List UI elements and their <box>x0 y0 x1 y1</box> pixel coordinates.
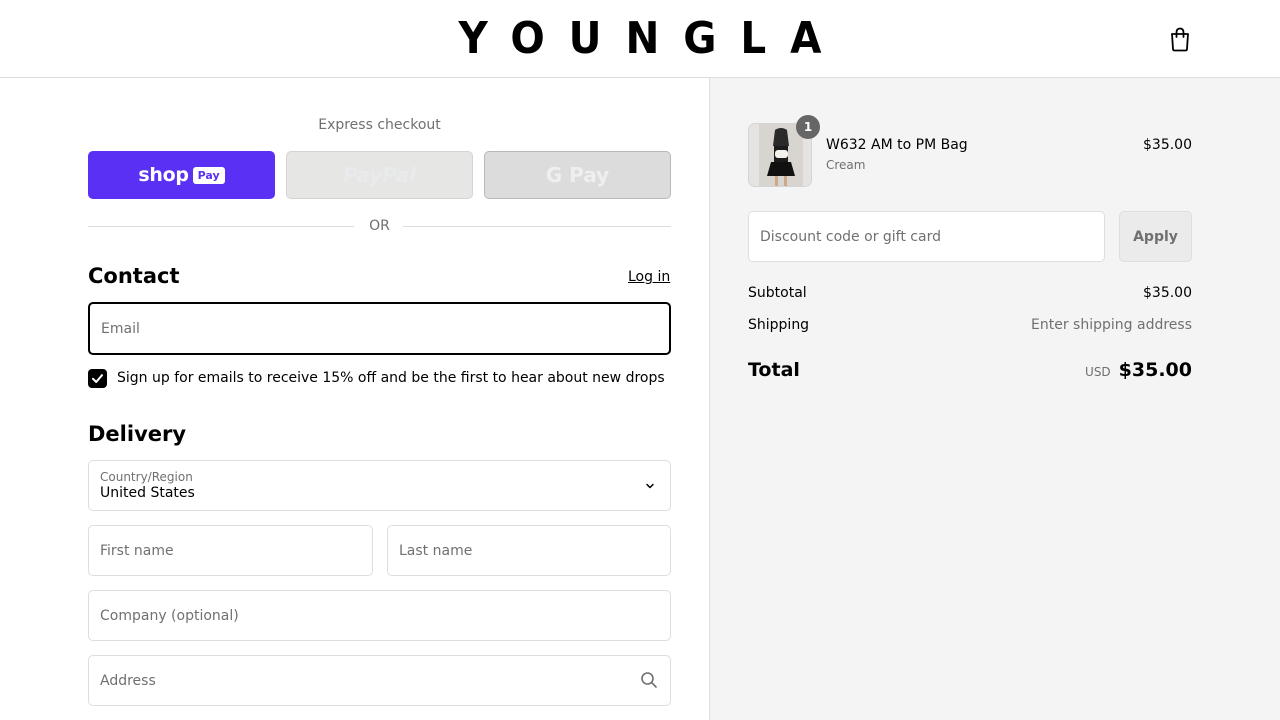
discount-input[interactable] <box>749 212 1104 261</box>
shipping-label: Shipping <box>748 317 810 333</box>
country-label: Country/Region <box>100 470 193 484</box>
company-field[interactable] <box>88 590 671 641</box>
product-name: W632 AM to PM Bag <box>826 137 968 153</box>
shop-pay-button[interactable]: shop Pay <box>88 151 275 199</box>
first-name-field[interactable] <box>88 525 373 576</box>
shop-pay-chip: Pay <box>192 166 225 184</box>
or-divider: OR <box>88 216 671 236</box>
email-input[interactable] <box>90 304 669 353</box>
site-header: YOUNGLA <box>0 0 1280 78</box>
delivery-heading: Delivery <box>88 422 187 446</box>
shipping-value: Enter shipping address <box>1031 317 1192 333</box>
chevron-down-icon <box>646 483 654 489</box>
country-select[interactable]: Country/Region United States <box>88 460 671 511</box>
login-link[interactable]: Log in <box>628 269 670 285</box>
or-text: OR <box>369 218 390 234</box>
checkmark-icon <box>92 373 103 383</box>
newsletter-checkbox[interactable] <box>88 368 107 388</box>
total-amount: $35.00 <box>1118 359 1192 381</box>
shopping-bag-icon[interactable] <box>1168 26 1192 52</box>
first-name-input[interactable] <box>89 526 372 575</box>
currency-code: USD <box>1085 365 1111 379</box>
subtotal-label: Subtotal <box>748 285 807 301</box>
google-pay-button[interactable]: G Pay <box>484 151 671 199</box>
brand-logo[interactable]: YOUNGLA <box>51 14 1229 64</box>
company-input[interactable] <box>89 591 670 640</box>
address-input[interactable] <box>89 656 670 705</box>
contact-heading: Contact <box>88 264 180 288</box>
search-icon <box>641 672 657 688</box>
total-label: Total <box>748 359 800 381</box>
discount-field[interactable] <box>748 211 1105 262</box>
total-row: USD $35.00 <box>1085 359 1192 381</box>
subtotal-value: $35.00 <box>1143 285 1192 301</box>
last-name-field[interactable] <box>387 525 671 576</box>
country-value: United States <box>100 485 195 501</box>
product-variant: Cream <box>826 158 866 172</box>
paypal-logo: PayPal <box>342 163 417 187</box>
newsletter-label: Sign up for emails to receive 15% off an… <box>117 370 665 386</box>
shop-pay-word: shop <box>138 164 189 186</box>
newsletter-row: Sign up for emails to receive 15% off an… <box>88 368 665 388</box>
express-checkout-label: Express checkout <box>318 117 441 133</box>
last-name-input[interactable] <box>388 526 670 575</box>
product-price: $35.00 <box>1143 137 1192 153</box>
email-field[interactable] <box>88 302 671 355</box>
paypal-button[interactable]: PayPal <box>286 151 473 199</box>
address-field[interactable] <box>88 655 671 706</box>
google-pay-logo: G Pay <box>545 163 610 187</box>
quantity-badge: 1 <box>796 115 820 139</box>
apply-button[interactable]: Apply <box>1119 211 1192 262</box>
